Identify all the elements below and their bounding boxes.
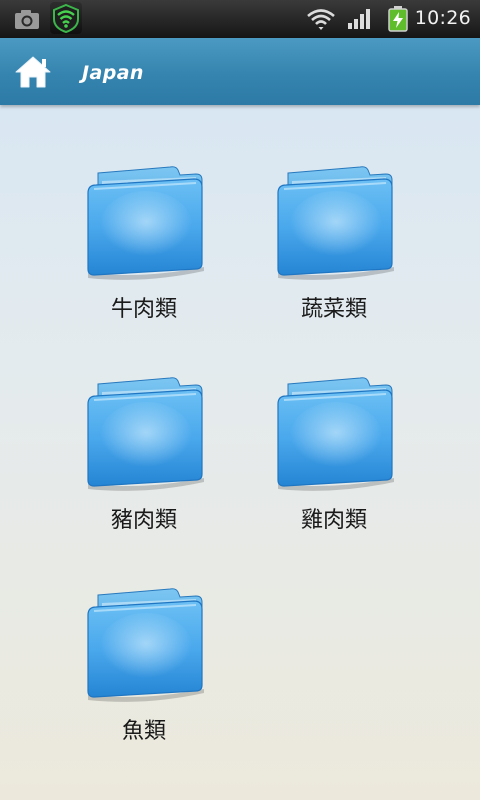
folder-icon — [277, 165, 395, 281]
category-label: 魚類 — [121, 719, 166, 744]
folder-icon — [87, 165, 205, 281]
folder-icon — [87, 587, 205, 703]
home-icon[interactable] — [12, 52, 54, 92]
shield-wifi-app-icon — [50, 2, 82, 34]
category-beef[interactable]: 牛肉類 — [64, 163, 224, 338]
category-pork[interactable]: 豬肉類 — [64, 374, 224, 549]
status-bar-time: 10:26 — [414, 7, 471, 29]
category-chicken[interactable]: 雞肉類 — [254, 374, 414, 549]
category-label: 豬肉類 — [110, 508, 177, 533]
wifi-icon — [306, 7, 336, 35]
category-label: 雞肉類 — [300, 508, 367, 533]
battery-charging-icon — [388, 6, 408, 36]
status-bar: 10:26 — [0, 0, 480, 38]
camera-icon — [14, 8, 40, 34]
app-header: Japan — [0, 38, 480, 105]
folder-icon — [87, 376, 205, 492]
signal-icon — [347, 8, 373, 34]
category-label: 蔬菜類 — [300, 297, 367, 322]
category-label: 牛肉類 — [110, 297, 177, 322]
category-fish[interactable]: 魚類 — [64, 585, 224, 760]
folder-icon — [277, 376, 395, 492]
category-vegetables[interactable]: 蔬菜類 — [254, 163, 414, 338]
page-title: Japan — [82, 62, 144, 84]
